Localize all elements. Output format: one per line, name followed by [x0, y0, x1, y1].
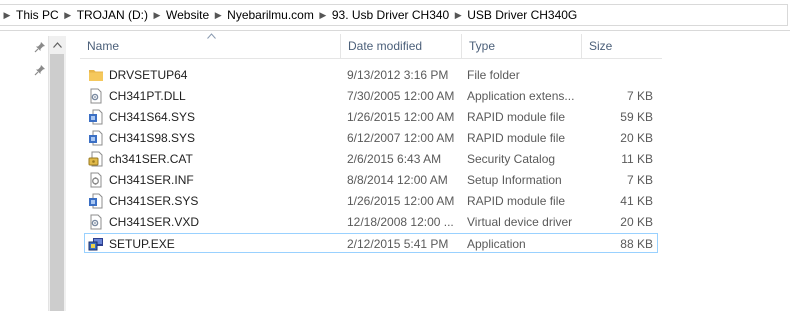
scroll-up-icon[interactable]	[49, 36, 66, 53]
breadcrumb-label[interactable]: Website	[164, 8, 211, 22]
file-row[interactable]: CH341S98.SYS 6/12/2007 12:00 AM RAPID mo…	[84, 128, 658, 148]
breadcrumb-label[interactable]: This PC	[14, 8, 61, 22]
breadcrumb-item-usb-driver-ch340[interactable]: ▶ 93. Usb Driver CH340	[316, 5, 451, 25]
file-type: Application	[467, 237, 526, 251]
file-row[interactable]: CH341SER.VXD 12/18/2008 12:00 ... Virtua…	[84, 212, 658, 232]
file-size: 7 KB	[626, 173, 653, 187]
pin-icon[interactable]	[34, 41, 46, 53]
inf-file-icon	[88, 172, 104, 188]
breadcrumb-item-website[interactable]: ▶ Website	[150, 5, 211, 25]
file-row[interactable]: CH341PT.DLL 7/30/2005 12:00 AM Applicati…	[84, 86, 658, 106]
column-date-modified[interactable]: Date modified	[341, 34, 461, 58]
scrollbar-thumb[interactable]	[50, 54, 64, 311]
breadcrumb-label[interactable]: TROJAN (D:)	[75, 8, 150, 22]
file-type: Security Catalog	[467, 152, 556, 166]
column-type[interactable]: Type	[462, 34, 581, 58]
file-date: 7/30/2005 12:00 AM	[347, 89, 455, 103]
file-name: DRVSETUP64	[109, 68, 188, 82]
breadcrumb-label[interactable]: Nyebarilmu.com	[225, 8, 316, 22]
file-date: 8/8/2014 12:00 AM	[347, 173, 448, 187]
sys-file-icon	[88, 109, 104, 125]
file-type: RAPID module file	[467, 194, 566, 208]
file-row[interactable]: CH341SER.INF 8/8/2014 12:00 AM Setup Inf…	[84, 170, 658, 190]
file-name: CH341PT.DLL	[109, 89, 186, 103]
setup-exe-icon	[88, 236, 104, 252]
breadcrumb-separator-icon[interactable]: ▶	[451, 10, 465, 21]
breadcrumb[interactable]: ▶ This PC ▶ TROJAN (D:) ▶ Website ▶ Nyeb…	[0, 4, 788, 26]
address-bar: ▶ This PC ▶ TROJAN (D:) ▶ Website ▶ Nyeb…	[0, 0, 790, 31]
sys-file-icon	[88, 130, 104, 146]
file-row-selected[interactable]: SETUP.EXE 2/12/2015 5:41 PM Application …	[84, 233, 658, 253]
file-size: 20 KB	[620, 215, 653, 229]
file-size: 11 KB	[621, 152, 653, 166]
file-name: CH341SER.VXD	[109, 215, 200, 229]
file-date: 2/12/2015 5:41 PM	[347, 237, 449, 251]
file-date: 1/26/2015 12:00 AM	[347, 110, 455, 124]
file-date: 1/26/2015 12:00 AM	[347, 194, 455, 208]
file-name: ch341SER.CAT	[109, 152, 193, 166]
file-type: RAPID module file	[467, 110, 566, 124]
breadcrumb-label[interactable]: 93. Usb Driver CH340	[330, 8, 451, 22]
vxd-file-icon	[88, 214, 104, 230]
file-type: RAPID module file	[467, 131, 566, 145]
breadcrumb-separator-icon[interactable]: ▶	[150, 10, 164, 21]
breadcrumb-item-usb-driver-ch340g[interactable]: ▶ USB Driver CH340G	[451, 5, 579, 25]
breadcrumb-separator-icon[interactable]: ▶	[316, 10, 330, 21]
breadcrumb-item-nyebarilmu[interactable]: ▶ Nyebarilmu.com	[211, 5, 316, 25]
file-type: Application extens...	[467, 89, 575, 103]
file-name: CH341S64.SYS	[109, 110, 196, 124]
breadcrumb-separator-icon[interactable]: ▶	[61, 10, 75, 21]
column-header: Name Date modified Type Size	[80, 33, 662, 59]
file-type: Setup Information	[467, 173, 562, 187]
file-size: 41 KB	[620, 194, 653, 208]
navigation-scrollbar[interactable]	[48, 36, 66, 311]
file-name: SETUP.EXE	[109, 237, 175, 251]
folder-icon	[88, 67, 104, 83]
file-date: 6/12/2007 12:00 AM	[347, 131, 455, 145]
sys-file-icon	[88, 193, 104, 209]
file-size: 59 KB	[620, 110, 653, 124]
file-size: 88 KB	[620, 237, 653, 251]
file-row[interactable]: CH341SER.SYS 1/26/2015 12:00 AM RAPID mo…	[84, 191, 658, 211]
file-date: 9/13/2012 3:16 PM	[347, 68, 449, 82]
pin-icon[interactable]	[34, 64, 46, 76]
breadcrumb-label[interactable]: USB Driver CH340G	[465, 8, 579, 22]
breadcrumb-separator-icon[interactable]: ▶	[211, 10, 225, 21]
breadcrumb-item-drive[interactable]: ▶ TROJAN (D:)	[61, 5, 150, 25]
file-row[interactable]: DRVSETUP64 9/13/2012 3:16 PM File folder	[84, 65, 658, 85]
file-name: CH341SER.SYS	[109, 194, 199, 208]
breadcrumb-item-this-pc[interactable]: ▶ This PC	[0, 5, 61, 25]
file-row[interactable]: CH341S64.SYS 1/26/2015 12:00 AM RAPID mo…	[84, 107, 658, 127]
column-name[interactable]: Name	[80, 34, 340, 58]
file-type: Virtual device driver	[467, 215, 573, 229]
file-name: CH341S98.SYS	[109, 131, 196, 145]
file-size	[585, 65, 653, 85]
security-catalog-icon	[88, 151, 104, 167]
file-name: CH341SER.INF	[109, 173, 194, 187]
file-date: 2/6/2015 6:43 AM	[347, 152, 442, 166]
file-size: 20 KB	[620, 131, 653, 145]
column-size[interactable]: Size	[582, 34, 662, 58]
file-date: 12/18/2008 12:00 ...	[347, 215, 454, 229]
file-type: File folder	[467, 68, 520, 82]
breadcrumb-separator-icon[interactable]: ▶	[0, 10, 14, 21]
dll-file-icon	[88, 88, 104, 104]
file-size: 7 KB	[626, 89, 653, 103]
file-row[interactable]: ch341SER.CAT 2/6/2015 6:43 AM Security C…	[84, 149, 658, 169]
